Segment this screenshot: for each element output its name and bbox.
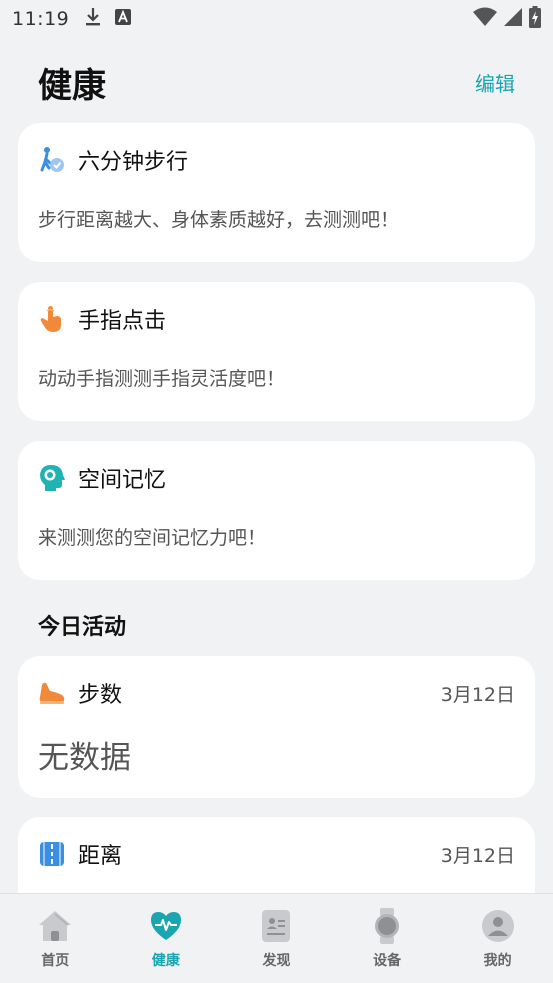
text-a-icon	[115, 9, 132, 29]
test-description: 步行距离越大、身体素质越好，去测测吧！	[38, 209, 400, 231]
watch-icon	[369, 908, 405, 944]
nav-tab-health[interactable]: 健康	[111, 894, 222, 983]
walking-person-icon	[38, 146, 66, 174]
home-icon	[37, 908, 73, 944]
bottom-nav: 首页 健康 发现 设备 我的	[0, 893, 553, 983]
status-bar: 11:19	[0, 0, 553, 38]
section-title-today: 今日活动	[38, 615, 127, 640]
nav-label: 我的	[483, 953, 512, 969]
activity-title: 步数	[78, 683, 123, 708]
test-title: 手指点击	[78, 309, 167, 334]
activity-date: 3月12日	[440, 683, 515, 706]
page-title: 健康	[38, 65, 106, 106]
edit-button[interactable]: 编辑	[475, 68, 515, 97]
heart-pulse-icon	[148, 908, 184, 944]
wifi-icon	[473, 7, 497, 31]
status-time: 11:19	[12, 8, 70, 30]
activity-title: 距离	[78, 844, 123, 869]
nav-label: 发现	[262, 953, 291, 969]
finger-tap-icon	[38, 305, 66, 333]
activity-value: 无数据	[38, 740, 131, 776]
nav-tab-device[interactable]: 设备	[332, 894, 443, 983]
discover-card-icon	[258, 908, 294, 944]
page-header: 健康 编辑	[0, 52, 553, 112]
activity-date: 3月12日	[440, 844, 515, 867]
download-icon	[85, 7, 101, 31]
activity-card-steps[interactable]: 步数 3月12日 无数据	[18, 656, 535, 798]
shoe-icon	[38, 679, 66, 707]
test-description: 动动手指测测手指灵活度吧！	[38, 368, 286, 390]
profile-icon	[480, 908, 516, 944]
brain-head-icon	[38, 464, 66, 492]
test-card-six-minute-walk[interactable]: 六分钟步行 步行距离越大、身体素质越好，去测测吧！	[18, 123, 535, 262]
nav-tab-home[interactable]: 首页	[0, 894, 111, 983]
nav-label: 首页	[41, 953, 70, 969]
nav-label: 设备	[373, 953, 402, 969]
road-icon	[38, 840, 66, 868]
test-title: 六分钟步行	[78, 150, 189, 175]
test-description: 来测测您的空间记忆力吧！	[38, 527, 267, 549]
cell-signal-icon	[503, 7, 523, 31]
nav-tab-discover[interactable]: 发现	[221, 894, 332, 983]
nav-tab-profile[interactable]: 我的	[442, 894, 553, 983]
test-card-finger-tap[interactable]: 手指点击 动动手指测测手指灵活度吧！	[18, 282, 535, 421]
test-title: 空间记忆	[78, 468, 167, 493]
nav-label: 健康	[151, 953, 180, 969]
battery-charging-icon	[529, 6, 541, 32]
test-card-spatial-memory[interactable]: 空间记忆 来测测您的空间记忆力吧！	[18, 441, 535, 580]
